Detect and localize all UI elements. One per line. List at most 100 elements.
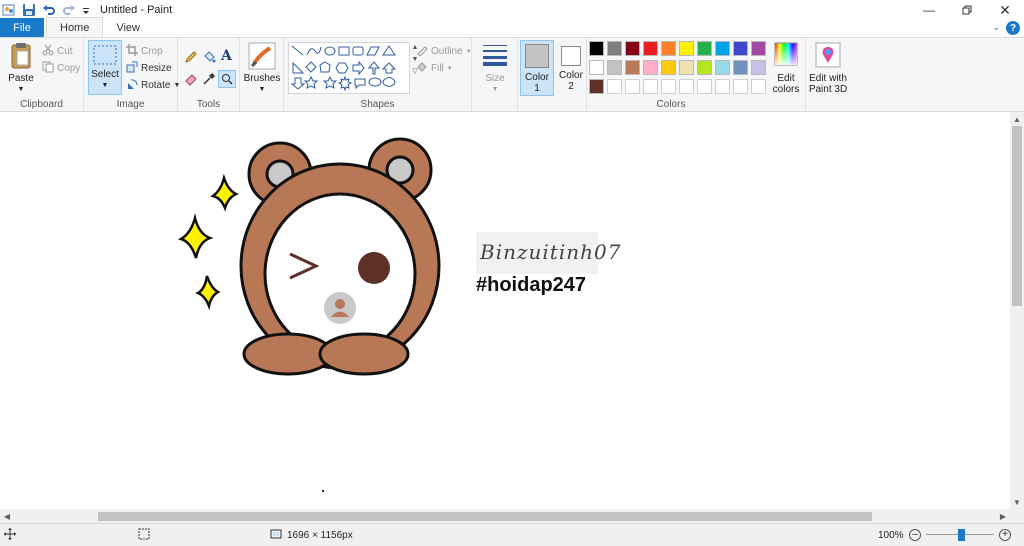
close-icon[interactable]: ✕	[986, 0, 1024, 20]
clipboard-label: Clipboard	[20, 99, 63, 110]
outline-button[interactable]: Outline ▼	[416, 44, 472, 59]
shapes-gallery[interactable]	[288, 42, 410, 94]
color-swatch[interactable]	[607, 79, 622, 94]
color-swatch[interactable]	[625, 41, 640, 56]
title-bar: Untitled - Paint — ✕	[0, 0, 1024, 20]
color-swatch[interactable]	[607, 60, 622, 75]
cursor-position	[4, 524, 16, 546]
paintbrush-icon	[248, 42, 276, 73]
tools-label: Tools	[196, 99, 221, 110]
color-swatch[interactable]	[733, 60, 748, 75]
color-swatch[interactable]	[697, 79, 712, 94]
color-swatch[interactable]	[715, 60, 730, 75]
color-swatch[interactable]	[589, 60, 604, 75]
edit-with-paint3d-button[interactable]: Edit with Paint 3D	[808, 42, 848, 95]
tab-home[interactable]: Home	[46, 17, 104, 37]
paste-button[interactable]: Paste ▼	[6, 42, 36, 95]
crop-button[interactable]: Crop	[126, 44, 163, 59]
cut-button[interactable]: Cut	[42, 44, 73, 59]
zoom-level: 100%	[878, 529, 904, 541]
size-button[interactable]: Size ▼	[478, 42, 512, 95]
quick-access-toolbar	[0, 3, 90, 17]
vertical-scroll-thumb[interactable]	[1012, 126, 1022, 306]
scroll-right-icon[interactable]: ▶	[996, 509, 1010, 523]
chevron-down-icon[interactable]: ⌄	[992, 22, 1000, 33]
color-swatch[interactable]	[643, 79, 658, 94]
zoom-in-icon[interactable]: +	[999, 529, 1011, 541]
chevron-down-icon: ▼	[465, 48, 472, 55]
color2-button[interactable]: Color 2	[556, 40, 586, 92]
color-swatch[interactable]	[679, 60, 694, 75]
resize-button[interactable]: Resize	[126, 61, 172, 76]
color-swatch[interactable]	[589, 41, 604, 56]
color-swatch[interactable]	[625, 79, 640, 94]
select-button[interactable]: Select ▼	[88, 40, 122, 95]
tab-view[interactable]: View	[103, 18, 153, 37]
resize-icon	[126, 61, 138, 76]
colors-label: Colors	[656, 99, 686, 110]
color-picker-icon[interactable]	[202, 72, 216, 89]
color1-button[interactable]: Color 1	[520, 40, 554, 96]
clipboard-icon	[10, 42, 32, 73]
color-swatch[interactable]	[625, 60, 640, 75]
crop-icon	[126, 44, 138, 59]
tab-file[interactable]: File	[0, 18, 44, 37]
help-icon[interactable]: ?	[1006, 21, 1020, 35]
scroll-up-icon[interactable]: ▲	[1010, 112, 1024, 126]
brushes-button[interactable]: Brushes ▼	[244, 42, 280, 95]
chevron-down-icon: ▼	[491, 86, 499, 93]
copy-button[interactable]: Copy	[42, 61, 80, 76]
paint-app-icon[interactable]	[2, 3, 16, 17]
shapes-label: Shapes	[360, 99, 395, 110]
color-swatch[interactable]	[715, 79, 730, 94]
text-icon[interactable]: A	[221, 48, 232, 64]
zoom-out-icon[interactable]: –	[909, 529, 921, 541]
horizontal-scrollbar[interactable]: ◀ ▶	[0, 509, 1010, 523]
color-swatch[interactable]	[661, 79, 676, 94]
save-icon[interactable]	[22, 3, 36, 17]
vertical-scrollbar[interactable]: ▲ ▼	[1010, 112, 1024, 509]
undo-icon[interactable]	[42, 3, 56, 17]
horizontal-scroll-thumb[interactable]	[98, 512, 872, 521]
copy-icon	[42, 61, 54, 76]
redo-icon[interactable]	[62, 3, 76, 17]
color-swatch[interactable]	[733, 41, 748, 56]
drawing-canvas[interactable]: Binzuitinh07 #hoidap247	[0, 114, 1010, 509]
color-swatch[interactable]	[589, 79, 604, 94]
color-swatch[interactable]	[661, 60, 676, 75]
color-swatch[interactable]	[607, 41, 622, 56]
edit-colors-button[interactable]: Edit colors	[769, 42, 803, 95]
color-swatch[interactable]	[751, 60, 766, 75]
color-swatch[interactable]	[733, 79, 748, 94]
colors-group: Edit colors Colors	[586, 38, 806, 112]
color-swatch[interactable]	[715, 41, 730, 56]
chevron-down-icon: ▼	[446, 65, 453, 72]
magnifier-icon[interactable]	[218, 70, 236, 88]
color-swatch[interactable]	[661, 41, 676, 56]
color-swatch[interactable]	[643, 41, 658, 56]
zoom-slider[interactable]	[926, 529, 994, 541]
selection-rectangle-icon	[92, 44, 118, 69]
scroll-down-icon[interactable]: ▼	[1010, 495, 1024, 509]
rotate-button[interactable]: Rotate ▼	[126, 78, 180, 93]
color-swatch[interactable]	[751, 41, 766, 56]
outline-icon	[416, 44, 428, 59]
window-title: Untitled - Paint	[100, 4, 173, 16]
color-swatch[interactable]	[679, 79, 694, 94]
fill-button[interactable]: Fill ▼	[416, 61, 453, 76]
minimize-icon[interactable]: —	[910, 0, 948, 20]
fill-bucket-icon[interactable]	[202, 50, 216, 67]
color-swatch[interactable]	[643, 60, 658, 75]
chevron-down-icon: ▼	[258, 86, 266, 93]
color-swatch[interactable]	[751, 79, 766, 94]
pencil-icon[interactable]	[184, 50, 198, 67]
color-swatch[interactable]	[697, 41, 712, 56]
restore-icon[interactable]	[948, 0, 986, 20]
color-swatch[interactable]	[679, 41, 694, 56]
customize-toolbar-icon[interactable]	[82, 3, 90, 17]
color-swatch[interactable]	[697, 60, 712, 75]
selection-icon	[138, 528, 150, 543]
scroll-left-icon[interactable]: ◀	[0, 509, 14, 523]
zoom-slider-thumb[interactable]	[958, 529, 965, 541]
eraser-icon[interactable]	[184, 72, 198, 89]
